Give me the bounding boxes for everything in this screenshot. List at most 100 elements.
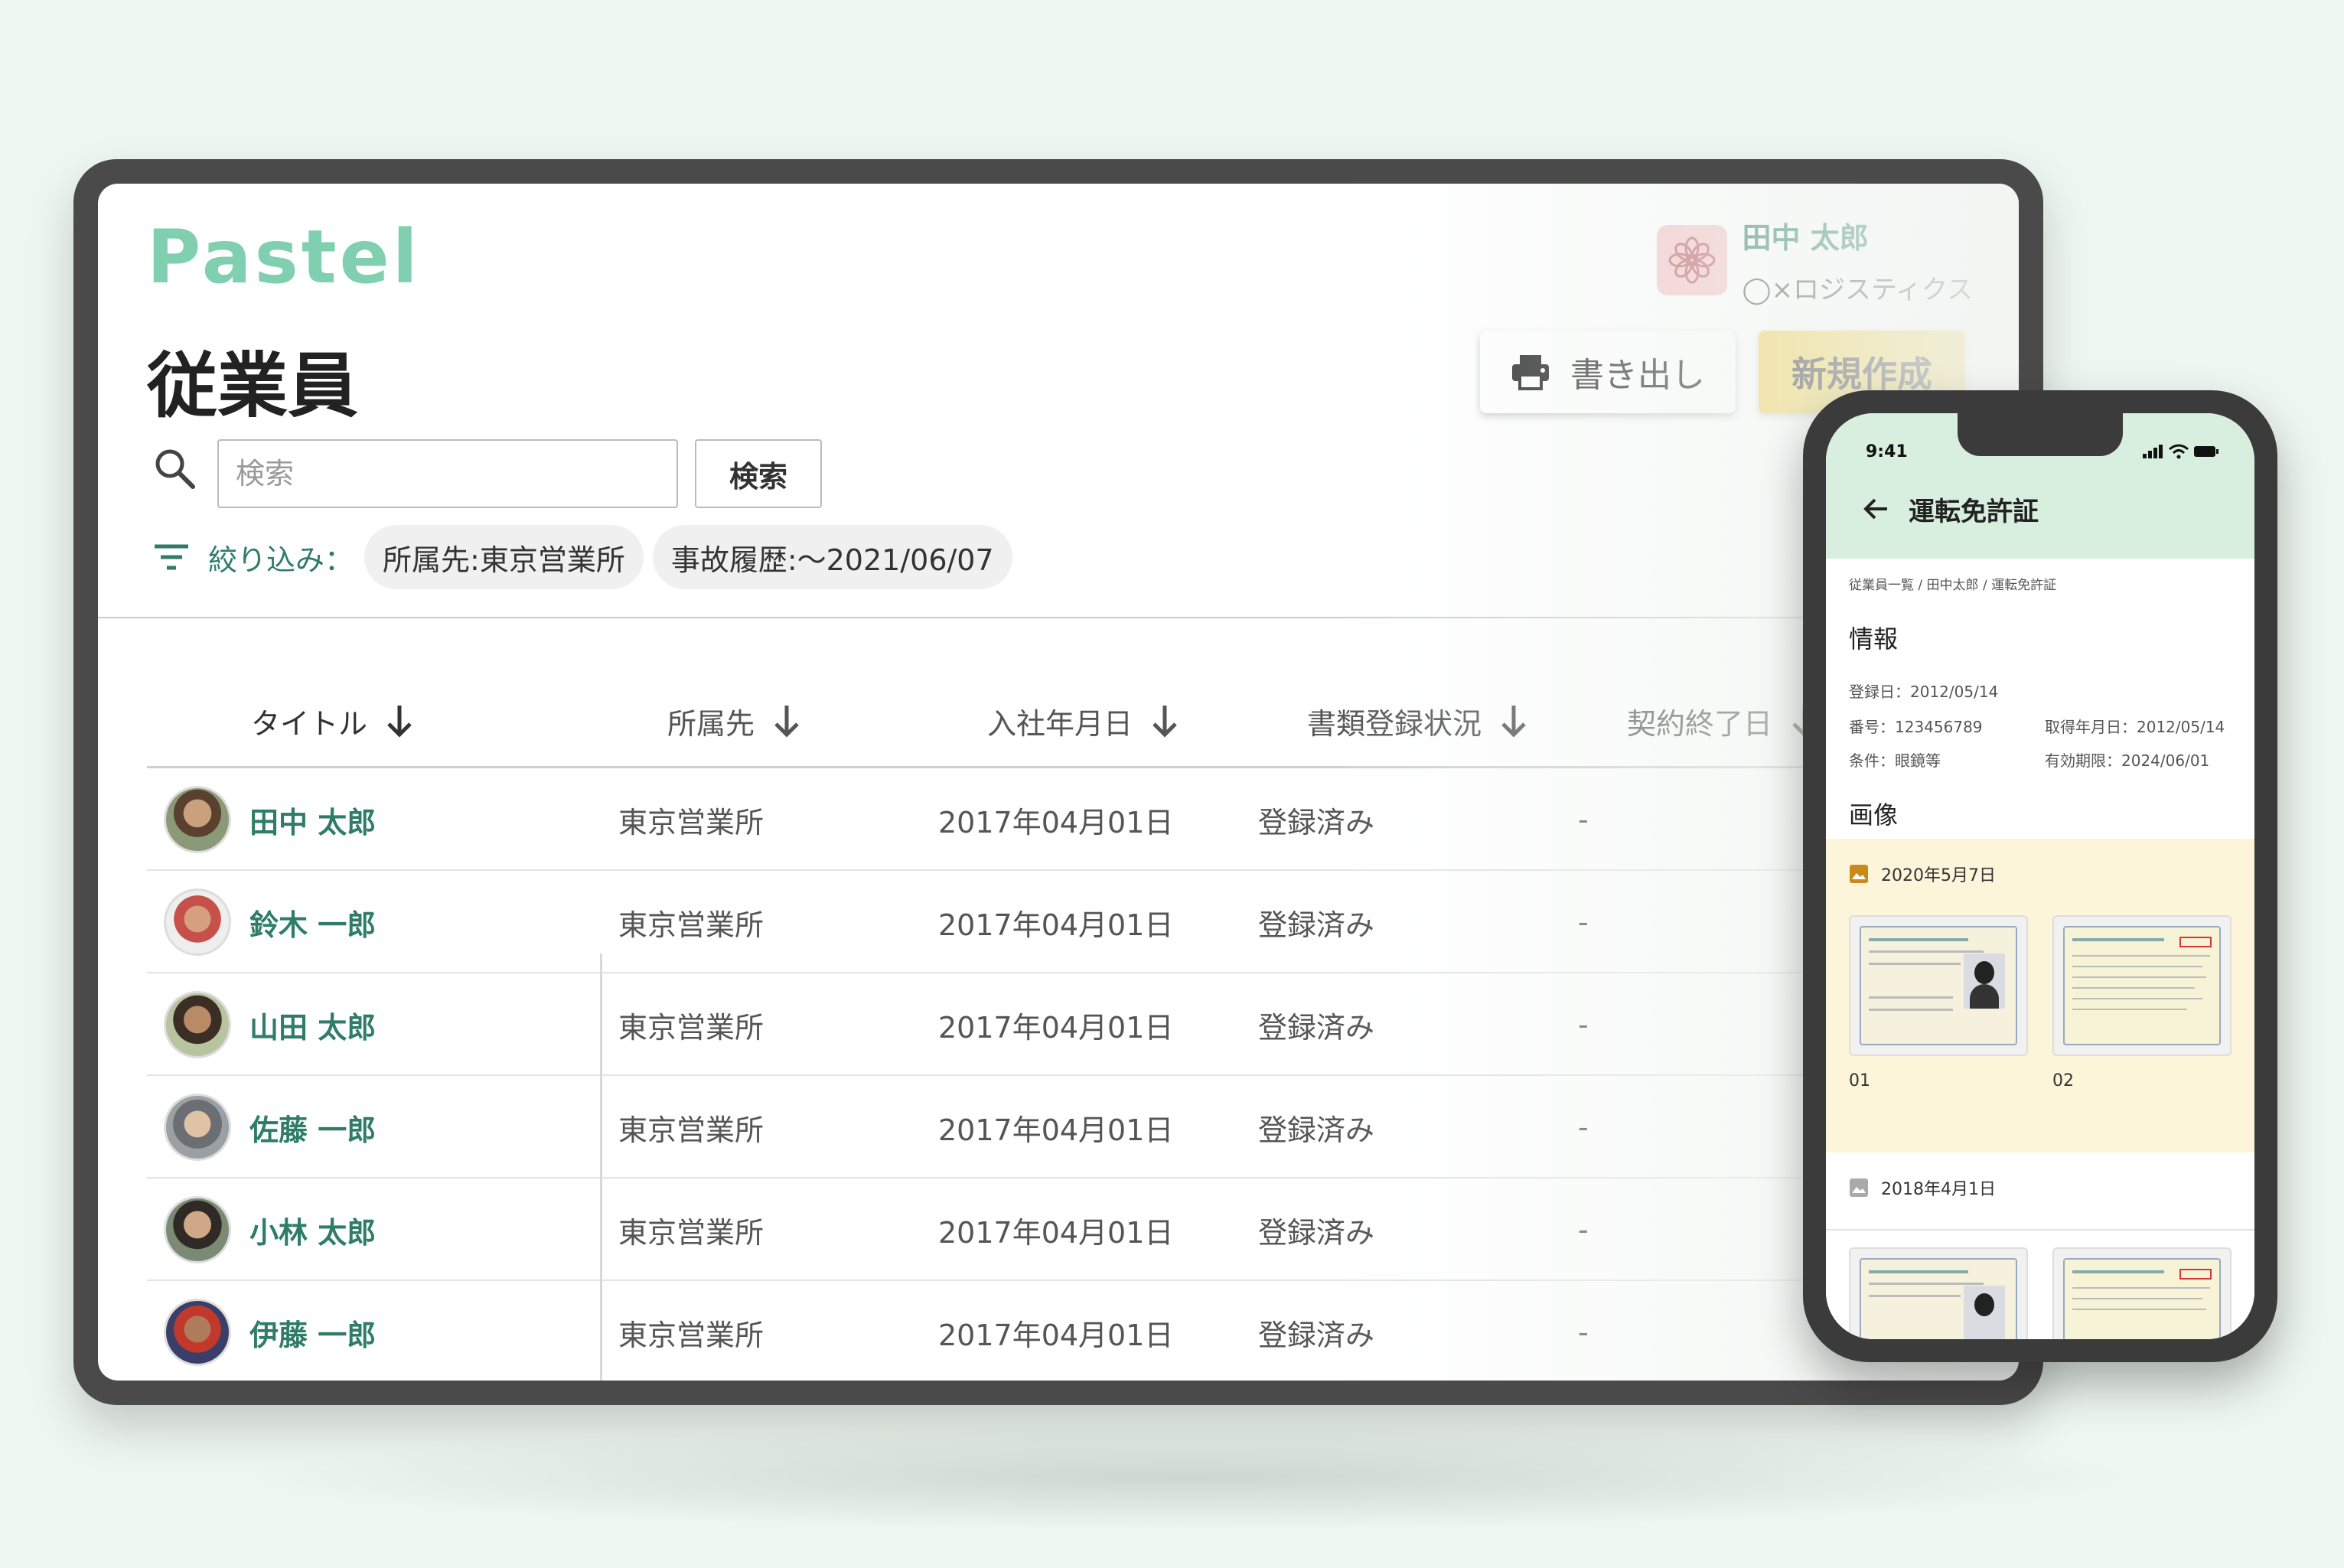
search-icon (155, 449, 195, 489)
filter-label: 絞り込み： (208, 543, 354, 577)
employee-name-link[interactable]: 佐藤 一郎 (249, 1107, 376, 1149)
employee-table: タイトル 所属先 入社年月日 書類登録状況 契約終了日 田中 太郎 東京営業所 … (147, 673, 2019, 1381)
column-divider (600, 954, 602, 1381)
status-cell: 登録済み (1258, 908, 1375, 942)
status-icons (2143, 444, 2219, 459)
phone-screen: 9:41 運転免許証 従業員一覧 / 田中太郎 / 運転免許証 情報 登録日：2… (1826, 413, 2254, 1339)
app-logo[interactable]: Pastel (147, 214, 421, 300)
end-cell: - (1578, 1008, 1589, 1042)
registered-date: 登録日：2012/05/14 (1849, 683, 1999, 701)
arrow-down-icon (1152, 706, 1177, 738)
name-cell: 伊藤 一郎 (147, 1281, 376, 1381)
image-group-date-text: 2020年5月7日 (1881, 866, 1996, 885)
table-row[interactable]: 田中 太郎 東京営業所 2017年04月01日 登録済み - (147, 768, 2019, 871)
license-card-image (1860, 926, 2017, 1045)
image-group-2: 2018年4月1日 (1826, 1152, 2254, 1339)
page-title: 従業員 (147, 345, 359, 427)
avatar (164, 888, 231, 956)
info-heading: 情報 (1849, 624, 1899, 654)
end-cell: - (1578, 1213, 1589, 1247)
user-menu[interactable]: 田中 太郎 ◯×ロジスティクス (1656, 214, 1973, 306)
phone-header: 運転免許証 (1826, 459, 2254, 559)
column-label: 契約終了日 (1627, 706, 1773, 741)
printer-icon (1512, 355, 1549, 390)
joined-cell: 2017年04月01日 (938, 1215, 1174, 1250)
filter-icon (155, 544, 188, 570)
status-cell: 登録済み (1258, 1318, 1375, 1352)
end-cell: - (1578, 1315, 1589, 1349)
breadcrumb[interactable]: 従業員一覧 / 田中太郎 / 運転免許証 (1849, 574, 2056, 593)
image-group-date-text: 2018年4月1日 (1881, 1180, 1996, 1199)
status-cell: 登録済み (1258, 1215, 1375, 1250)
employee-name-link[interactable]: 鈴木 一郎 (249, 901, 376, 944)
divider (98, 617, 2019, 618)
arrow-down-icon (1501, 706, 1526, 738)
phone-device: 9:41 運転免許証 従業員一覧 / 田中太郎 / 運転免許証 情報 登録日：2… (1803, 390, 2277, 1362)
license-back-thumbnail[interactable] (2052, 915, 2232, 1056)
search-input[interactable] (217, 439, 678, 508)
employee-name-link[interactable]: 小林 太郎 (249, 1209, 376, 1251)
status-cell: 登録済み (1258, 1113, 1375, 1147)
joined-cell: 2017年04月01日 (938, 805, 1174, 839)
license-card-image (1860, 1258, 2017, 1339)
office-cell: 東京営業所 (618, 1215, 764, 1250)
office-cell: 東京営業所 (618, 805, 764, 839)
license-number: 番号：123456789 (1849, 718, 1983, 736)
filter-bar: 絞り込み： 所属先:東京営業所 事故履歴:〜2021/06/07 (153, 525, 1022, 589)
flower-icon (1656, 225, 1727, 295)
joined-cell: 2017年04月01日 (938, 908, 1174, 942)
column-header-status[interactable]: 書類登録状況 (1307, 673, 1529, 768)
arrow-down-icon (387, 706, 412, 738)
divider (1826, 1229, 2254, 1231)
wifi-icon (2169, 444, 2189, 459)
employee-name-link[interactable]: 伊藤 一郎 (249, 1312, 376, 1354)
avatar (164, 991, 231, 1058)
tablet-device: Pastel 田中 太郎 ◯×ロジスティクス 従業員 書き出し 新規作成 検索 … (73, 159, 2043, 1405)
license-front-thumbnail[interactable] (1849, 1247, 2028, 1339)
license-condition: 条件：眼鏡等 (1849, 751, 1941, 770)
office-cell: 東京営業所 (618, 1113, 764, 1147)
license-card-image (2063, 1258, 2221, 1339)
filter-chip-office[interactable]: 所属先:東京営業所 (364, 525, 644, 589)
image-icon (1850, 865, 1868, 883)
column-label: 書類登録状況 (1307, 706, 1482, 741)
column-label: タイトル (251, 706, 368, 741)
end-cell: - (1578, 803, 1589, 836)
column-header-joined[interactable]: 入社年月日 (987, 673, 1180, 768)
image-group-date: 2018年4月1日 (1849, 1175, 1996, 1200)
end-cell: - (1578, 905, 1589, 939)
status-cell: 登録済み (1258, 805, 1375, 839)
office-cell: 東京営業所 (618, 1010, 764, 1045)
avatar (164, 786, 231, 853)
table-row[interactable]: 山田 太郎 東京営業所 2017年04月01日 登録済み - (147, 973, 2019, 1076)
license-back-thumbnail[interactable] (2052, 1247, 2232, 1339)
table-row[interactable]: 鈴木 一郎 東京営業所 2017年04月01日 登録済み - (147, 871, 2019, 973)
expiry-date: 有効期限：2024/06/01 (2045, 751, 2210, 770)
license-front-thumbnail[interactable] (1849, 915, 2028, 1056)
search-button[interactable]: 検索 (695, 439, 822, 508)
table-row[interactable]: 佐藤 一郎 東京営業所 2017年04月01日 登録済み - (147, 1076, 2019, 1178)
column-label: 入社年月日 (987, 706, 1133, 741)
column-header-title[interactable]: タイトル (251, 673, 415, 768)
table-row[interactable]: 伊藤 一郎 東京営業所 2017年04月01日 登録済み - (147, 1281, 2019, 1381)
license-card-image (2063, 926, 2221, 1045)
table-row[interactable]: 小林 太郎 東京営業所 2017年04月01日 登録済み - (147, 1178, 2019, 1281)
column-label: 所属先 (667, 706, 755, 741)
export-button[interactable]: 書き出し (1480, 331, 1736, 413)
table-header: タイトル 所属先 入社年月日 書類登録状況 契約終了日 (147, 673, 2019, 768)
user-organization: ◯×ロジスティクス (1742, 275, 1973, 305)
employee-name-link[interactable]: 田中 太郎 (249, 799, 376, 841)
avatar (164, 1094, 231, 1161)
employee-name-link[interactable]: 山田 太郎 (249, 1004, 376, 1046)
export-button-label: 書き出し (1570, 356, 1705, 395)
battery-icon (2194, 446, 2218, 457)
images-heading: 画像 (1849, 800, 1899, 830)
back-arrow-icon[interactable] (1863, 497, 1889, 520)
column-header-end[interactable]: 契約終了日 (1627, 673, 1820, 768)
office-cell: 東京営業所 (618, 908, 764, 942)
column-header-office[interactable]: 所属先 (667, 673, 802, 768)
filter-chip-accident[interactable]: 事故履歴:〜2021/06/07 (652, 525, 1012, 589)
arrow-down-icon (774, 706, 799, 738)
name-cell: 鈴木 一郎 (147, 871, 376, 973)
tablet-screen: Pastel 田中 太郎 ◯×ロジスティクス 従業員 書き出し 新規作成 検索 … (98, 184, 2019, 1381)
